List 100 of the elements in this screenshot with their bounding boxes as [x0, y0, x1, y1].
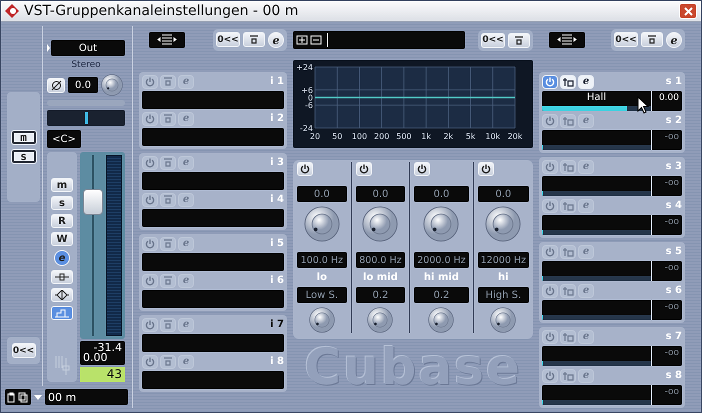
q-knob[interactable]	[428, 307, 454, 333]
insert-field[interactable]	[142, 172, 284, 190]
send-field[interactable]: -oo	[542, 261, 682, 281]
insert-field[interactable]	[142, 91, 284, 109]
gain-knob[interactable]	[423, 206, 460, 242]
mode-button[interactable]	[51, 288, 73, 302]
frequency-field[interactable]: 2000.0 Hz	[414, 252, 469, 268]
mode-button[interactable]	[51, 270, 73, 284]
q-field[interactable]: Low S.	[297, 287, 347, 303]
list-icon	[157, 34, 177, 46]
q-field[interactable]: 0.2	[356, 287, 406, 303]
send-field[interactable]: Hall 0.00	[542, 91, 682, 111]
power-icon	[145, 194, 155, 204]
reset-button[interactable]: 0<<	[614, 32, 638, 47]
insert-field[interactable]	[142, 290, 284, 308]
input-gain-knob[interactable]	[101, 74, 123, 96]
edit-button[interactable]: e	[578, 74, 594, 88]
list-button[interactable]	[549, 32, 585, 48]
input-gain-field[interactable]: 0.0	[68, 77, 98, 93]
gain-field[interactable]: 0.0	[478, 186, 530, 202]
channel-button[interactable]: m	[51, 178, 73, 192]
insert-field[interactable]	[142, 334, 284, 352]
copy-paste-icon[interactable]	[5, 389, 31, 405]
output-field[interactable]: Out	[51, 40, 125, 56]
band-name: hi mid	[424, 272, 459, 283]
gain-field[interactable]: 0.0	[297, 186, 347, 202]
reset-button[interactable]: 0<<	[12, 343, 36, 358]
pan-slider[interactable]	[47, 110, 125, 126]
channel-button[interactable]: W	[51, 232, 73, 246]
power-button[interactable]	[142, 156, 158, 170]
power-button[interactable]	[142, 192, 158, 206]
power-icon	[145, 276, 155, 286]
close-icon	[684, 6, 692, 16]
channel-name-field[interactable]: 00 m	[45, 389, 128, 405]
reset-button[interactable]: 0<<	[216, 32, 240, 47]
toggle-button[interactable]: s	[10, 149, 36, 164]
insert-field[interactable]	[142, 371, 284, 389]
send-field[interactable]: -oo	[542, 130, 682, 150]
power-button[interactable]	[142, 274, 158, 288]
gain-field[interactable]: 0.0	[356, 186, 406, 202]
channel-button[interactable]: e	[54, 250, 70, 266]
power-button[interactable]	[542, 330, 558, 344]
edit-button[interactable]: e	[666, 32, 682, 48]
arrow-icon	[47, 44, 50, 52]
gain-knob[interactable]	[304, 206, 340, 242]
power-button[interactable]	[142, 354, 158, 368]
gain-knob[interactable]	[485, 206, 522, 242]
power-icon	[145, 238, 155, 248]
pre-post-icon	[562, 116, 574, 126]
band-power-button[interactable]	[297, 162, 313, 176]
send-value: -oo	[664, 262, 680, 275]
send-field[interactable]: -oo	[542, 385, 682, 405]
q-knob[interactable]	[367, 307, 394, 333]
q-field[interactable]: 0.2	[414, 287, 469, 303]
power-button[interactable]	[142, 112, 158, 126]
send-value: -oo	[664, 347, 680, 360]
band-power-button[interactable]	[356, 162, 372, 176]
power-button[interactable]	[542, 160, 558, 174]
q-knob[interactable]	[308, 307, 335, 333]
phase-button[interactable]	[47, 78, 65, 92]
volume-fader[interactable]	[83, 155, 103, 336]
send-field[interactable]: -oo	[542, 300, 682, 320]
insert-field[interactable]	[142, 253, 284, 271]
eq-preset-bar[interactable]	[293, 31, 465, 49]
q-knob[interactable]	[490, 307, 516, 333]
gain-knob[interactable]	[362, 206, 398, 242]
edit-button[interactable]: e	[268, 32, 284, 48]
frequency-field[interactable]: 800.0 Hz	[356, 252, 406, 268]
gain-field[interactable]: 0.0	[414, 186, 469, 202]
insert-field[interactable]	[142, 209, 284, 227]
x-tick-label: 200	[374, 132, 390, 141]
send-field[interactable]: -oo	[542, 176, 682, 196]
power-button[interactable]	[142, 236, 158, 250]
power-icon	[358, 164, 369, 174]
reset-button[interactable]: 0<<	[481, 32, 505, 48]
band-power-button[interactable]	[414, 162, 430, 176]
dropdown-icon[interactable]	[34, 393, 42, 401]
insert-field[interactable]	[142, 128, 284, 146]
band-power-button[interactable]	[478, 162, 494, 176]
power-button[interactable]	[542, 198, 558, 212]
power-button[interactable]	[542, 114, 558, 128]
power-button[interactable]	[142, 318, 158, 332]
send-field[interactable]: -oo	[542, 346, 682, 366]
send-name: Hall	[586, 91, 606, 105]
x-tick-label: 10k	[485, 132, 500, 141]
frequency-field[interactable]: 12000 Hz	[478, 252, 530, 268]
close-button[interactable]	[679, 3, 697, 19]
list-button[interactable]	[149, 32, 185, 48]
frequency-field[interactable]: 100.0 Hz	[297, 252, 347, 268]
channel-button[interactable]: s	[51, 196, 73, 210]
send-field[interactable]: -oo	[542, 215, 682, 235]
power-button[interactable]	[542, 244, 558, 258]
power-button[interactable]	[542, 368, 558, 382]
channel-button[interactable]: R	[51, 214, 73, 228]
q-field[interactable]: High S.	[478, 287, 530, 303]
send-value: -oo	[664, 216, 680, 229]
power-button[interactable]	[142, 74, 158, 88]
power-button[interactable]	[542, 284, 558, 298]
bypass-icon	[163, 158, 173, 167]
toggle-button[interactable]: m	[10, 130, 36, 145]
